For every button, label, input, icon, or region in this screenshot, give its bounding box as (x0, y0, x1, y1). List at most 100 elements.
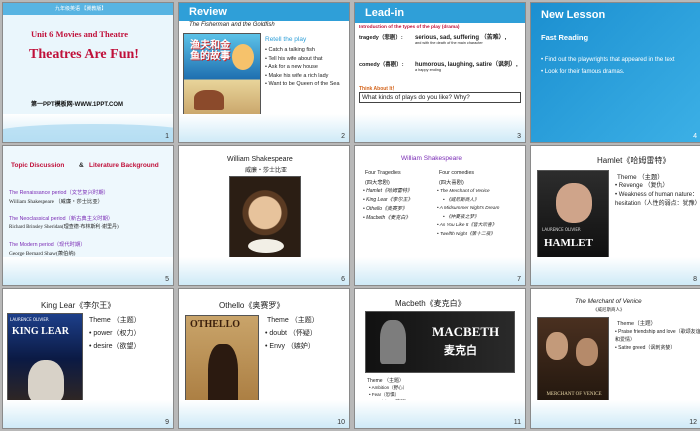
grade-tag: 九年级英语 【冀教版】 (55, 6, 107, 12)
comedy-label: comedy（喜剧）: (359, 62, 404, 68)
question-text: What kinds of plays do you like? Why? (362, 94, 470, 101)
comedies-heading: Four comedies (439, 170, 475, 176)
list-item: Twelfth Night《第十二夜》 (437, 230, 525, 239)
slide-number: 1 (165, 133, 169, 140)
comedies-heading-cn: (四大喜剧) (439, 180, 464, 186)
theme-list: Revenge （复仇） Weakness of human nature：he… (615, 182, 700, 209)
unit-label: Unit 6 Movies and Theatre (31, 29, 128, 39)
poster-actor: LAURENCE OLIVIER (10, 317, 49, 322)
theme-list: power（权力） desire（欲望） (89, 327, 140, 353)
wave-decoration (3, 400, 173, 428)
retell-list: Catch a talking fish Tell his wife about… (265, 46, 340, 89)
list-item: Ambition（野心） (369, 384, 409, 391)
wave-decoration (179, 257, 349, 285)
ampersand: & (79, 162, 84, 169)
slide-thumbnail-8[interactable]: Hamlet《哈姆雷特》 LAURENCE OLIVIER HAMLET The… (530, 145, 700, 286)
slide-sorter-grid: 九年级英语 【冀教版】 Unit 6 Movies and Theatre Th… (0, 0, 700, 431)
fisherman-figure (194, 90, 224, 110)
list-item-continuation: 《威尼斯商人》 (437, 196, 525, 205)
poster-title: KING LEAR (12, 326, 69, 337)
question-box: What kinds of plays do you like? Why? (359, 92, 521, 103)
list-item: Satire greed（讽刺贪婪） (615, 344, 700, 352)
wave-decoration (531, 400, 700, 428)
title-chinese: 威廉・莎士比亚 (245, 168, 288, 174)
list-item: Find out the playwrights that appeared i… (541, 56, 699, 65)
title-bar: Review (179, 3, 349, 21)
list-item: A Midsummer Night's Dream (437, 204, 525, 213)
slide-number: 2 (341, 133, 345, 140)
slide-title: Lead-in (365, 7, 405, 19)
theme-label: Theme （主题） (89, 317, 141, 324)
list-item: Want to be Queen of the Sea (265, 80, 339, 89)
theme-label: Theme （主题） (367, 378, 404, 384)
section-heading: Fast Reading (541, 33, 589, 42)
slide-title: The Merchant of Venice (575, 298, 642, 305)
list-item: Catch a talking fish (265, 46, 340, 55)
poster-title: OTHELLO (190, 319, 241, 330)
slide-thumbnail-3[interactable]: Lead-in Introduction of the types of the… (354, 2, 526, 143)
othello-poster: OTHELLO (185, 315, 259, 413)
comedy-definition-2: a happy ending (415, 68, 441, 72)
slide-thumbnail-5[interactable]: Topic Discussion & Literature Background… (2, 145, 174, 286)
slide-thumbnail-11[interactable]: Macbeth《麦克白》 MACBETH 麦克白 Theme （主题） Ambi… (354, 288, 526, 429)
theme-list: doubt （怀疑） Envy （嫉妒） (265, 327, 317, 353)
slide-thumbnail-2[interactable]: Review The Fisherman and the Goldfish 渔夫… (178, 2, 350, 143)
actor-face-2 (576, 338, 598, 366)
slide-title: Macbeth《麦克白》 (395, 299, 466, 308)
retell-heading: Retell the play (265, 36, 307, 43)
slide-number: 10 (337, 419, 345, 426)
list-item: Look for their famous dramas. (541, 68, 699, 77)
slide-thumbnail-12[interactable]: The Merchant of Venice 《威尼斯商人》 MERCHANT … (530, 288, 700, 429)
slide-thumbnail-4[interactable]: New Lesson Fast Reading Find out the pla… (530, 2, 700, 143)
list-item-continuation: 《仲夏夜之梦》 (437, 213, 525, 222)
fairy-tale-book-image: 渔夫和金鱼的故事 (183, 33, 261, 117)
slide-number: 6 (341, 276, 345, 283)
slide-thumbnail-9[interactable]: King Lear《李尔王》 LAURENCE OLIVIER KING LEA… (2, 288, 174, 429)
author-1: William Shakespeare （威廉・莎士比亚） (9, 199, 103, 205)
wave-decoration (355, 114, 525, 142)
slide-thumbnail-10[interactable]: Othello《奥赛罗》 OTHELLO Theme （主题） doubt （怀… (178, 288, 350, 429)
author-3: George Bernard Shaw(萧伯纳) (9, 251, 76, 257)
ruff-collar (248, 239, 284, 253)
poster-actor: LAURENCE OLIVIER (542, 227, 581, 232)
king-figure (28, 360, 64, 404)
book-title: 渔夫和金鱼的故事 (190, 40, 230, 62)
list-item: As You Like It《皆大欢喜》 (437, 221, 525, 230)
slide-number: 3 (517, 133, 521, 140)
slide-number: 8 (693, 276, 697, 283)
intro-text: Introduction of the types of the play (d… (359, 25, 460, 30)
list-item: Weakness of human nature：hesitation（人性的弱… (615, 191, 700, 209)
theme-label: Theme （主题） (617, 174, 664, 181)
tragedy-label: tragedy（悲剧）: (359, 35, 403, 41)
slide-number: 4 (693, 133, 697, 140)
comedy-definition: humorous, laughing, satire（讽刺）, (415, 62, 518, 68)
list-item: Envy （嫉妒） (265, 340, 317, 353)
slide-number: 7 (517, 276, 521, 283)
slide-title: Theatres Are Fun! (29, 47, 139, 62)
period-2: The Neoclassical period（新古典主义时期） (9, 216, 114, 222)
title-chinese: 《威尼斯商人》 (593, 307, 625, 312)
hamlet-poster: LAURENCE OLIVIER HAMLET (537, 170, 609, 265)
list-item: Tell his wife about that (265, 55, 340, 64)
wave-decoration (3, 257, 173, 285)
theme-label: Theme （主题） (267, 317, 319, 324)
list-item: Revenge （复仇） (615, 182, 699, 191)
slide-thumbnail-7[interactable]: William Shakespeare Four Tragedies (四大悲剧… (354, 145, 526, 286)
title-bar: Lead-in (355, 3, 525, 23)
task-list: Find out the playwrights that appeared i… (541, 56, 699, 77)
comedies-list: The Merchant of Venice 《威尼斯商人》 A Midsumm… (437, 187, 525, 238)
poster-title-cn: 麦克白 (444, 344, 477, 357)
slide-thumbnail-6[interactable]: William Shakespeare 威廉・莎士比亚 6 (178, 145, 350, 286)
slide-thumbnail-1[interactable]: 九年级英语 【冀教版】 Unit 6 Movies and Theatre Th… (2, 2, 174, 143)
think-label: Think About It！ (359, 86, 398, 92)
wave-decoration (355, 257, 525, 285)
actor-face (556, 183, 592, 223)
wave-decoration (179, 400, 349, 428)
footer-text: 第一PPT模板网-WWW.1PPT.COM (31, 102, 123, 108)
list-item: Hamlet《哈姆雷特》 (363, 187, 413, 196)
list-item: desire（欲望） (89, 340, 140, 353)
list-item: Praise friendship and love（歌颂友谊和爱情） (615, 328, 700, 344)
poster-title: MACBETH (432, 324, 500, 339)
list-item: power（权力） (89, 327, 140, 340)
slide-title: New Lesson (541, 9, 606, 21)
